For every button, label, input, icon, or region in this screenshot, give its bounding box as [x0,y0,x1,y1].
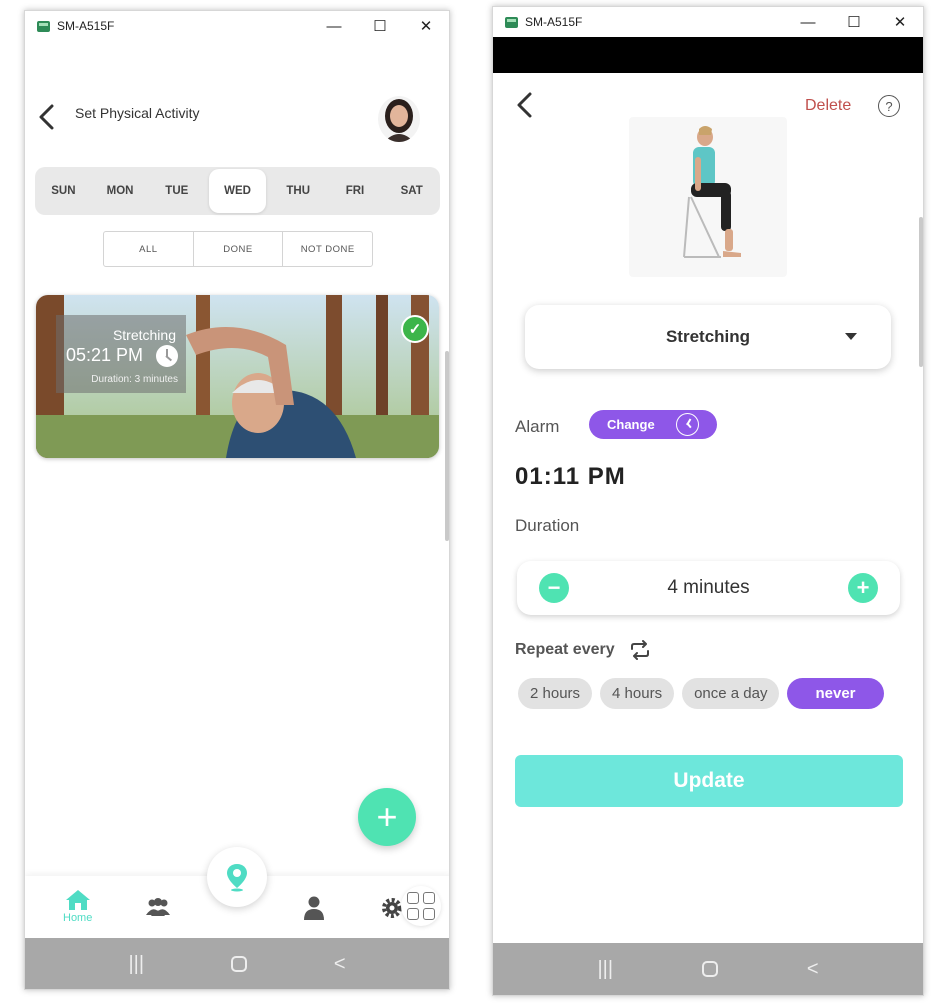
back-chevron-icon[interactable] [515,91,535,124]
repeat-option-never[interactable]: never [787,678,884,709]
window-title: SM-A515F [525,15,583,29]
change-label: Change [607,417,655,432]
map-pin-icon [227,864,247,892]
system-nav-bar: ||| < [493,943,923,995]
maximize-button[interactable]: ☐ [831,7,877,37]
close-button[interactable]: ✕ [877,7,923,37]
day-sun[interactable]: SUN [35,169,92,213]
activity-dropdown[interactable]: Stretching [525,305,891,369]
right-titlebar: SM-A515F — ☐ ✕ [493,7,923,37]
exercise-illustration [629,117,787,277]
repeat-options: 2 hours 4 hours once a day never [518,678,884,709]
day-thu[interactable]: THU [270,169,327,213]
apps-grid-icon[interactable] [401,886,441,926]
scrollbar[interactable] [445,351,449,541]
scrollbar[interactable] [919,217,923,367]
change-alarm-button[interactable]: Change [589,410,717,439]
nav-profile[interactable] [303,895,325,921]
app-icon [37,20,50,32]
activity-dropdown-value: Stretching [665,327,751,346]
repeat-icon [630,640,649,660]
day-selector: SUN MON TUE WED THU FRI SAT [35,167,440,215]
activity-card[interactable]: Stretching 05:21 PM Duration: 3 minutes … [36,295,439,458]
right-phone-window: SM-A515F — ☐ ✕ Delete ? Stretching Alarm… [492,6,924,996]
users-icon [146,898,170,916]
page-title: Set Physical Activity [75,105,200,121]
check-icon: ✓ [401,315,429,343]
alarm-label: Alarm [515,417,560,436]
minimize-button[interactable]: — [785,7,831,37]
day-tue[interactable]: TUE [148,169,205,213]
filter-done[interactable]: DONE [194,232,284,266]
decrease-duration-button[interactable]: − [539,573,569,603]
system-back-button[interactable]: < [807,959,819,979]
nav-home[interactable]: Home [63,889,92,924]
day-fri[interactable]: FRI [327,169,384,213]
nav-settings[interactable] [381,897,403,919]
recents-button[interactable]: ||| [128,954,144,974]
filter-all[interactable]: ALL [104,232,194,266]
duration-stepper: − 4 minutes + [517,561,900,615]
maximize-button[interactable]: ☐ [357,11,403,41]
duration-value: 4 minutes [667,577,750,598]
close-button[interactable]: ✕ [403,11,449,41]
left-titlebar: SM-A515F — ☐ ✕ [25,11,449,41]
repeat-option-once-a-day[interactable]: once a day [682,678,780,709]
repeat-label: Repeat every [515,641,615,658]
activity-duration: Duration: 3 minutes [91,374,178,385]
day-mon[interactable]: MON [92,169,149,213]
system-nav-bar: ||| < [25,938,449,989]
increase-duration-button[interactable]: + [848,573,878,603]
app-icon [505,16,518,28]
clock-icon [156,345,178,367]
activity-name: Stretching [112,327,176,343]
system-back-button[interactable]: < [334,954,346,974]
activity-overlay: Stretching 05:21 PM Duration: 3 minutes [56,315,186,393]
dropdown-arrow-icon [845,333,857,340]
map-pin-button[interactable] [207,847,267,907]
back-chevron-icon[interactable] [37,103,57,136]
repeat-row: Repeat every [515,639,651,661]
recents-button[interactable]: ||| [597,959,613,979]
left-phone-window: SM-A515F — ☐ ✕ Set Physical Activity SUN… [24,10,450,990]
add-activity-button[interactable]: + [358,788,416,846]
status-filter: ALL DONE NOT DONE [103,231,373,267]
help-icon[interactable]: ? [878,95,900,117]
home-icon [65,890,90,910]
day-sat[interactable]: SAT [383,169,440,213]
avatar[interactable] [378,96,420,142]
clock-icon [676,413,699,436]
home-button[interactable] [701,961,718,977]
minimize-button[interactable]: — [311,11,357,41]
repeat-option-2-hours[interactable]: 2 hours [518,678,593,709]
duration-label: Duration [515,516,580,535]
filter-not-done[interactable]: NOT DONE [283,232,372,266]
repeat-option-4-hours[interactable]: 4 hours [600,678,675,709]
nav-home-label: Home [63,912,93,924]
delete-button[interactable]: Delete [805,97,851,115]
alarm-time: 01:11 PM [515,463,626,490]
home-button[interactable] [230,956,247,972]
update-button[interactable]: Update [515,755,903,807]
nav-community[interactable] [145,897,171,917]
activity-time: 05:21 PM [66,345,144,365]
person-icon [304,896,324,920]
day-wed[interactable]: WED [209,169,266,213]
gear-icon [382,898,402,918]
status-bar [493,37,923,73]
window-title: SM-A515F [57,19,115,33]
